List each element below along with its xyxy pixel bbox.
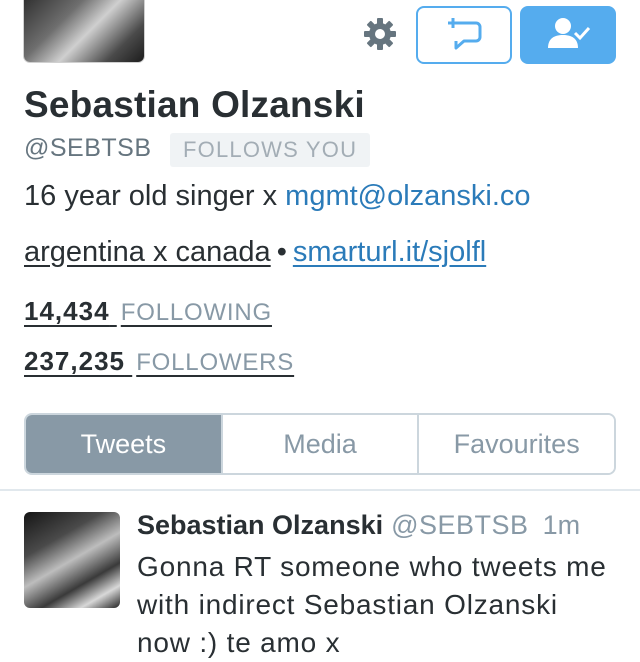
tweet-timestamp: 1m [542, 510, 581, 540]
followers-stat[interactable]: 237,235 FOLLOWERS [24, 346, 294, 377]
tweet-author-handle[interactable]: @SEBTSB [391, 510, 528, 540]
tab-media[interactable]: Media [220, 415, 418, 473]
tweet-text[interactable]: Gonna RT someone who tweets me with indi… [137, 548, 617, 662]
website-link[interactable]: smarturl.it/sjolfl [293, 236, 486, 268]
profile-name: Sebastian Olzanski [24, 84, 365, 125]
profile-meta: argentina x canada • smarturl.it/sjolfl [24, 236, 486, 269]
user-check-icon [545, 16, 591, 55]
followers-count: 237,235 [24, 346, 125, 376]
following-button[interactable] [520, 6, 616, 64]
profile-avatar[interactable] [24, 0, 144, 62]
tweet-avatar[interactable] [24, 512, 120, 608]
tweet-author-name[interactable]: Sebastian Olzanski [137, 510, 383, 540]
location-link[interactable]: argentina x canada [24, 236, 271, 268]
bio-text: 16 year old singer x [24, 180, 286, 212]
tab-tweets[interactable]: Tweets [26, 415, 221, 473]
tab-favourites[interactable]: Favourites [417, 415, 614, 473]
tweet-header: Sebastian Olzanski @SEBTSB 1m [137, 510, 580, 541]
bio-email-link[interactable]: mgmt@olzanski.co [285, 180, 530, 212]
following-count: 14,434 [24, 296, 110, 326]
follows-you-badge: FOLLOWS YOU [170, 133, 371, 167]
divider [0, 489, 640, 491]
profile-bio: 16 year old singer x mgmt@olzanski.co [24, 180, 531, 213]
tweet-to-button[interactable] [416, 6, 512, 64]
meta-separator: • [276, 236, 287, 268]
following-stat[interactable]: 14,434 FOLLOWING [24, 296, 272, 327]
tweet-compose-icon [444, 15, 484, 56]
followers-label: FOLLOWERS [136, 349, 295, 376]
following-label: FOLLOWING [120, 299, 272, 326]
gear-icon[interactable] [360, 14, 400, 54]
profile-tabs: Tweets Media Favourites [24, 413, 616, 475]
profile-handle: @SEBTSB [24, 134, 152, 162]
